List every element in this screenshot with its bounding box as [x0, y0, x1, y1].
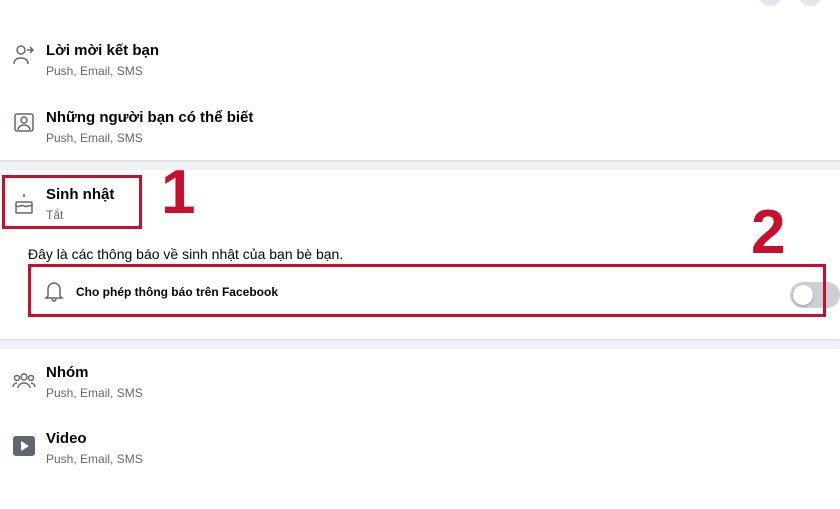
setting-row-friend-requests[interactable]: Lời mời kết bạn Push, Email, SMS — [0, 42, 840, 102]
setting-row-people-you-may-know[interactable]: Những người bạn có thể biết Push, Email,… — [0, 109, 840, 169]
step-number-2: 2 — [751, 198, 786, 267]
people-you-may-know-icon — [12, 109, 36, 133]
add-friend-icon — [12, 42, 36, 66]
setting-row-video[interactable]: Video Push, Email, SMS — [0, 430, 840, 490]
top-button-partial[interactable] — [758, 0, 782, 6]
video-icon — [12, 434, 36, 458]
step-number-1: 1 — [161, 158, 196, 227]
setting-row-groups[interactable]: Nhóm Push, Email, SMS — [0, 364, 840, 424]
setting-title: Lời mời kết bạn — [46, 42, 160, 59]
setting-subtitle: Push, Email, SMS — [46, 386, 143, 400]
top-button-partial[interactable] — [798, 0, 822, 6]
birthday-description: Đây là các thông báo về sinh nhật của bạ… — [28, 246, 344, 262]
setting-title: Nhóm — [46, 364, 89, 381]
groups-icon — [12, 368, 36, 392]
highlight-box-allow-notifications — [28, 264, 826, 317]
setting-title: Video — [46, 430, 87, 447]
setting-title: Những người bạn có thể biết — [46, 109, 254, 126]
setting-subtitle: Push, Email, SMS — [46, 452, 143, 466]
setting-subtitle: Push, Email, SMS — [46, 64, 143, 78]
highlight-box-birthday — [2, 175, 142, 229]
setting-subtitle: Push, Email, SMS — [46, 131, 143, 145]
